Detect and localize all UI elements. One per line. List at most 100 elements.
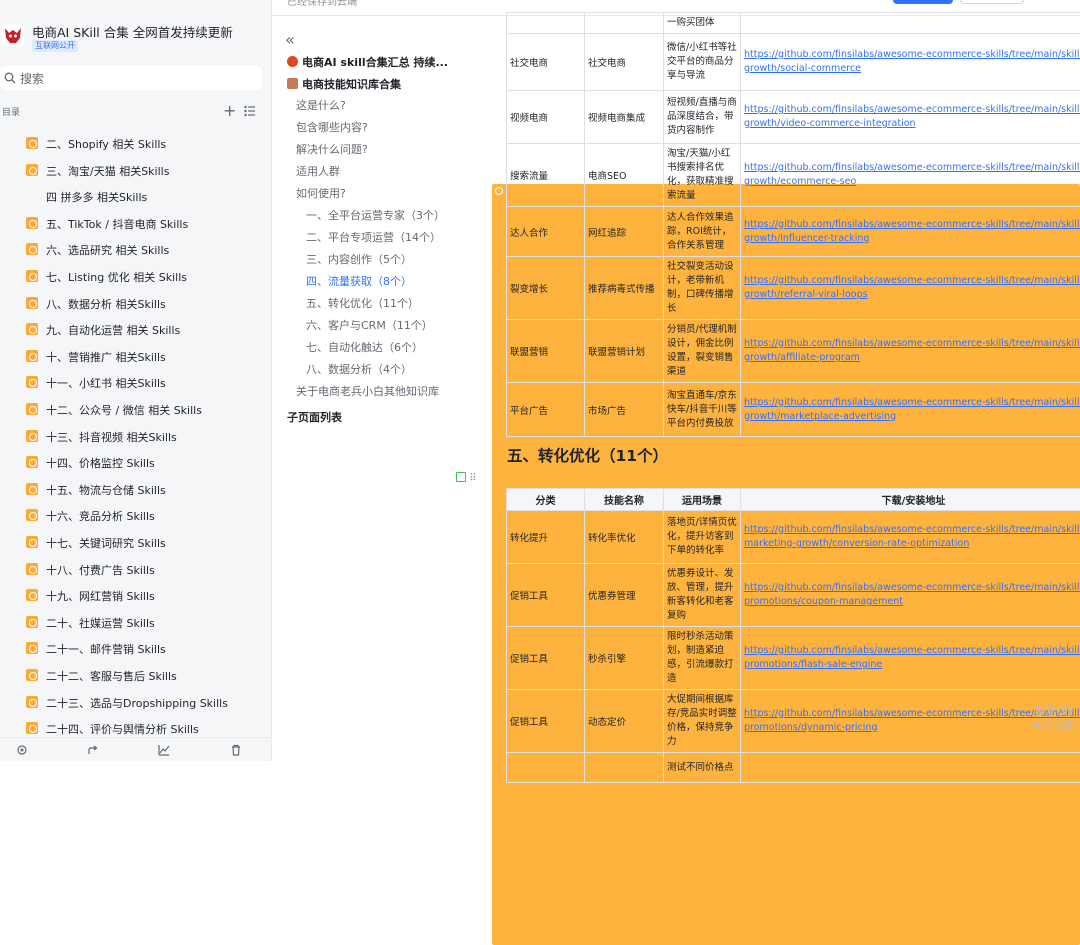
outline-item[interactable]: 一、全平台运营专家（3个） [306, 207, 445, 223]
category-cell: 联盟营销 [507, 320, 585, 383]
outline-item[interactable]: 五、转化优化（11个） [306, 295, 419, 311]
sidebar-item[interactable]: 二十一、邮件营销 Skills [0, 636, 272, 662]
scene-line: 享与导流 [667, 69, 737, 83]
doc-icon [26, 642, 38, 654]
link-line[interactable]: https://github.com/finsilabs/awesome-eco… [744, 103, 1080, 117]
scene-line: 复购 [667, 609, 737, 623]
link-line[interactable]: promotions/flash-sale-engine [744, 658, 1080, 672]
sidebar-item[interactable]: 十三、抖音视频 相关Skills [0, 424, 272, 450]
link-line[interactable]: promotions/dynamic-pricing [744, 721, 1080, 735]
link-line[interactable]: growth/influencer-tracking [744, 232, 1080, 246]
download-link[interactable] [741, 753, 1080, 783]
sidebar-item[interactable]: 十七、关键词研究 Skills [0, 530, 272, 556]
sidebar-item[interactable]: 十四、价格监控 Skills [0, 450, 272, 476]
download-link[interactable]: https://github.com/finsilabs/awesome-eco… [741, 144, 1080, 207]
more-button[interactable] [960, 0, 1024, 4]
sidebar-item[interactable]: 七、Listing 优化 相关 Skills [0, 264, 272, 290]
toc-header: 目录 + [0, 102, 272, 122]
scene-line: 存/竞品实时调整 [667, 707, 737, 721]
sidebar-item[interactable]: 十五、物流与仓储 Skills [0, 477, 272, 503]
link-line[interactable]: growth/affiliate-program [744, 351, 1080, 365]
doc-icon [26, 217, 38, 229]
sidebar-item[interactable]: 十、营销推广 相关Skills [0, 344, 272, 370]
table-toolbar[interactable]: ⠿ [456, 472, 484, 486]
link-line[interactable]: growth/video-commerce-integration [744, 117, 1080, 131]
sidebar-item[interactable]: 六、选品研究 相关 Skills [0, 237, 272, 263]
outline-item[interactable]: 七、自动化触达（6个） [306, 339, 423, 355]
link-line[interactable]: https://github.com/finsilabs/awesome-eco… [744, 48, 1080, 62]
sidebar-item[interactable]: 二十、社媒运营 Skills [0, 610, 272, 636]
outline-item[interactable]: 解决什么问题? [296, 141, 368, 157]
link-line[interactable]: growth/ecommerce-seo [744, 175, 1080, 189]
category-cell [507, 753, 585, 783]
sidebar-item[interactable]: 二十二、客服与售后 Skills [0, 663, 272, 689]
settings-icon[interactable] [16, 744, 28, 756]
outline-item[interactable]: 六、客户与CRM（11个） [306, 317, 433, 333]
sidebar-item-label: 十二、公众号 / 微信 相关 Skills [46, 402, 202, 418]
download-link[interactable]: https://github.com/finsilabs/awesome-eco… [741, 564, 1080, 627]
download-link[interactable]: https://github.com/finsilabs/awesome-eco… [741, 320, 1080, 383]
sidebar-item[interactable]: 五、TikTok / 抖音电商 Skills [0, 211, 272, 237]
sidebar-item-label: 九、自动化运营 相关 Skills [46, 322, 180, 338]
sidebar-item[interactable]: 二十三、选品与Dropshipping Skills [0, 690, 272, 716]
sidebar-item[interactable]: 八、数据分析 相关Skills [0, 291, 272, 317]
download-link[interactable]: https://github.com/finsilabs/awesome-eco… [741, 207, 1080, 257]
link-line[interactable]: https://github.com/finsilabs/awesome-eco… [744, 581, 1080, 595]
trash-icon[interactable] [230, 744, 242, 756]
scene-line: 分销员/代理机制 [667, 323, 737, 337]
doc-icon [26, 563, 38, 575]
link-line[interactable]: promotions/coupon-management [744, 595, 1080, 609]
outline-item[interactable]: 三、内容创作（5个） [306, 251, 412, 267]
link-line[interactable]: https://github.com/finsilabs/awesome-eco… [744, 644, 1080, 658]
download-link[interactable]: https://github.com/finsilabs/awesome-eco… [741, 91, 1080, 144]
link-line[interactable]: https://github.com/finsilabs/awesome-eco… [744, 337, 1080, 351]
outline-item[interactable]: 适用人群 [296, 163, 340, 179]
subpages-list-heading[interactable]: 子页面列表 [287, 409, 342, 425]
list-options-icon[interactable] [244, 105, 256, 117]
link-line[interactable]: https://github.com/finsilabs/awesome-eco… [744, 161, 1080, 175]
outline-item[interactable]: 八、数据分析（4个） [306, 361, 412, 377]
sidebar-item[interactable]: 十九、网红营销 Skills [0, 583, 272, 609]
outline-item[interactable]: 这是什么? [296, 97, 346, 113]
download-link[interactable]: https://github.com/finsilabs/awesome-eco… [741, 34, 1080, 91]
outline-item[interactable]: 包含哪些内容? [296, 119, 368, 135]
sidebar: 电商AI SKill 合集 全网首发持续更新 互联网公开 搜索 目录 + 二、S… [0, 0, 272, 761]
link-line[interactable]: https://github.com/finsilabs/awesome-eco… [744, 396, 1080, 410]
collapse-outline-icon[interactable]: « [285, 30, 295, 49]
share-button[interactable] [893, 0, 953, 4]
search-input[interactable]: 搜索 [0, 66, 262, 90]
scene-line: 划，制造紧迫 [667, 644, 737, 658]
sidebar-item[interactable]: 四 拼多多 相关Skills [0, 184, 272, 210]
sidebar-item[interactable]: 十二、公众号 / 微信 相关 Skills [0, 397, 272, 423]
link-line[interactable]: growth/referral-viral-loops [744, 288, 1080, 302]
sidebar-item[interactable]: 二、Shopify 相关 Skills [0, 131, 272, 157]
link-line[interactable]: growth/marketplace-advertising [744, 410, 1080, 424]
outline-root-title[interactable]: 电商AI skill合集汇总 持续... [287, 54, 448, 70]
sidebar-item[interactable]: 三、淘宝/天猫 相关Skills [0, 158, 272, 184]
download-link[interactable]: https://github.com/finsilabs/awesome-eco… [741, 257, 1080, 320]
outline-item[interactable]: 四、流量获取（8个） [306, 273, 412, 289]
sidebar-item[interactable]: 十一、小红书 相关Skills [0, 370, 272, 396]
link-line[interactable]: https://github.com/finsilabs/awesome-eco… [744, 523, 1080, 537]
sidebar-item[interactable]: 十八、付费广告 Skills [0, 557, 272, 583]
download-link[interactable] [741, 13, 1080, 34]
analytics-icon[interactable] [158, 744, 170, 756]
sidebar-item[interactable]: 九、自动化运营 相关 Skills [0, 317, 272, 343]
outline-item[interactable]: 二、平台专项运营（14个） [306, 229, 441, 245]
download-link[interactable]: https://github.com/finsilabs/awesome-eco… [741, 383, 1080, 437]
download-link[interactable]: https://github.com/finsilabs/awesome-eco… [741, 690, 1080, 753]
outline-item[interactable]: 如何使用? [296, 185, 346, 201]
download-link[interactable]: https://github.com/finsilabs/awesome-eco… [741, 511, 1080, 564]
link-line[interactable]: https://github.com/finsilabs/awesome-eco… [744, 707, 1080, 721]
link-line[interactable]: growth/social-commerce [744, 62, 1080, 76]
link-line[interactable]: https://github.com/finsilabs/awesome-eco… [744, 274, 1080, 288]
space-header[interactable]: 电商AI SKill 合集 全网首发持续更新 互联网公开 [0, 18, 272, 58]
outline-item[interactable]: 关于电商老兵小白其他知识库 [296, 383, 439, 399]
link-line[interactable]: https://github.com/finsilabs/awesome-eco… [744, 218, 1080, 232]
sidebar-item[interactable]: 十六、竞品分析 Skills [0, 503, 272, 529]
add-page-button[interactable]: + [223, 102, 236, 120]
download-link[interactable]: https://github.com/finsilabs/awesome-eco… [741, 627, 1080, 690]
outline-book-title[interactable]: 电商技能知识库合集 [287, 76, 401, 92]
link-line[interactable]: marketing-growth/conversion-rate-optimiz… [744, 537, 1080, 551]
share-icon[interactable] [87, 744, 99, 756]
